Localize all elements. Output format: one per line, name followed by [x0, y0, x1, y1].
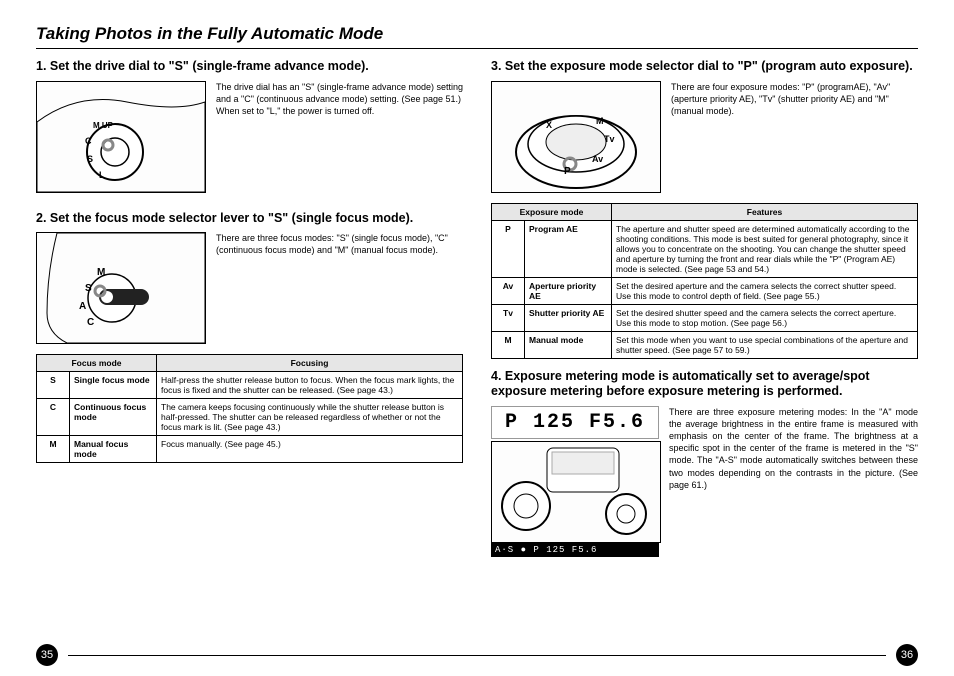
exp-row-code: M	[492, 331, 525, 358]
exposure-mode-table: Exposure mode Features P Program AE The …	[491, 203, 918, 359]
focus-table-h1: Focus mode	[37, 355, 157, 372]
lever-label-s: S	[85, 283, 92, 294]
table-row: P Program AE The aperture and shutter sp…	[492, 220, 918, 277]
table-row: M Manual mode Set this mode when you wan…	[492, 331, 918, 358]
exp-dial-av: Av	[592, 154, 603, 164]
step4-illustration	[491, 441, 661, 543]
step2-body: There are three focus modes: "S" (single…	[216, 232, 463, 344]
focus-row-mode: Single focus mode	[70, 372, 157, 399]
dial-label-c: C	[85, 136, 92, 146]
lever-label-m: M	[97, 267, 105, 278]
step3-heading: 3. Set the exposure mode selector dial t…	[491, 59, 918, 75]
dial-label-l: L	[99, 170, 105, 180]
focus-mode-table: Focus mode Focusing S Single focus mode …	[36, 354, 463, 463]
lever-label-c: C	[87, 317, 94, 328]
table-row: Av Aperture priority AE Set the desired …	[492, 277, 918, 304]
exp-dial-p: P	[564, 166, 571, 177]
dial-label-s: S	[87, 154, 93, 164]
focus-row-code: S	[37, 372, 70, 399]
table-row: M Manual focus mode Focus manually. (See…	[37, 436, 463, 463]
lever-label-a: A	[79, 301, 86, 312]
step4-body: There are three exposure metering modes:…	[669, 406, 918, 557]
lcd-bottom-display: A·S ● P 125 F5.6	[491, 543, 659, 557]
exp-row-mode: Aperture priority AE	[525, 277, 612, 304]
table-row: C Continuous focus mode The camera keeps…	[37, 399, 463, 436]
step4-heading: 4. Exposure metering mode is automatical…	[491, 369, 918, 400]
page-footer: 35 36	[36, 644, 918, 666]
focus-row-mode: Continuous focus mode	[70, 399, 157, 436]
exp-row-mode: Shutter priority AE	[525, 304, 612, 331]
exp-row-desc: Set the desired aperture and the camera …	[612, 277, 918, 304]
exp-table-h2: Features	[612, 203, 918, 220]
exp-row-desc: The aperture and shutter speed are deter…	[612, 220, 918, 277]
exp-row-desc: Set the desired shutter speed and the ca…	[612, 304, 918, 331]
table-row: S Single focus mode Half-press the shutt…	[37, 372, 463, 399]
exp-dial-m: M	[596, 116, 604, 126]
right-column: 3. Set the exposure mode selector dial t…	[491, 59, 918, 644]
step2-heading: 2. Set the focus mode selector lever to …	[36, 211, 463, 227]
dial-label-mup: M.UP	[93, 121, 114, 130]
focus-row-desc: Focus manually. (See page 45.)	[157, 436, 463, 463]
footer-rule	[68, 655, 886, 656]
exp-row-code: Tv	[492, 304, 525, 331]
exp-dial-tv: Tv	[604, 134, 615, 144]
exp-row-code: P	[492, 220, 525, 277]
focus-table-h2: Focusing	[157, 355, 463, 372]
content-columns: 1. Set the drive dial to "S" (single-fra…	[36, 59, 918, 644]
step1-body: The drive dial has an "S" (single-frame …	[216, 81, 463, 193]
step-2: 2. Set the focus mode selector lever to …	[36, 211, 463, 464]
step2-illustration: M S A C	[36, 232, 206, 344]
exp-row-desc: Set this mode when you want to use speci…	[612, 331, 918, 358]
exp-row-mode: Program AE	[525, 220, 612, 277]
focus-row-code: C	[37, 399, 70, 436]
step1-heading: 1. Set the drive dial to "S" (single-fra…	[36, 59, 463, 75]
focus-row-code: M	[37, 436, 70, 463]
left-column: 1. Set the drive dial to "S" (single-fra…	[36, 59, 463, 644]
page-number-right: 36	[896, 644, 918, 666]
step1-illustration: M.UP C S L	[36, 81, 206, 193]
exp-dial-x: X	[546, 120, 552, 130]
step-1: 1. Set the drive dial to "S" (single-fra…	[36, 59, 463, 203]
step3-body: There are four exposure modes: "P" (prog…	[671, 81, 918, 193]
focus-row-mode: Manual focus mode	[70, 436, 157, 463]
step3-illustration: X P Av Tv M	[491, 81, 661, 193]
table-row: Tv Shutter priority AE Set the desired s…	[492, 304, 918, 331]
exp-table-h1: Exposure mode	[492, 203, 612, 220]
focus-row-desc: Half-press the shutter release button to…	[157, 372, 463, 399]
lcd-top-display: P 125 F5.6	[491, 406, 659, 439]
page-number-left: 35	[36, 644, 58, 666]
step-4: 4. Exposure metering mode is automatical…	[491, 369, 918, 567]
exp-row-code: Av	[492, 277, 525, 304]
focus-row-desc: The camera keeps focusing continuously w…	[157, 399, 463, 436]
step-3: 3. Set the exposure mode selector dial t…	[491, 59, 918, 359]
page-title: Taking Photos in the Fully Automatic Mod…	[36, 24, 918, 44]
title-rule	[36, 48, 918, 49]
exp-row-mode: Manual mode	[525, 331, 612, 358]
